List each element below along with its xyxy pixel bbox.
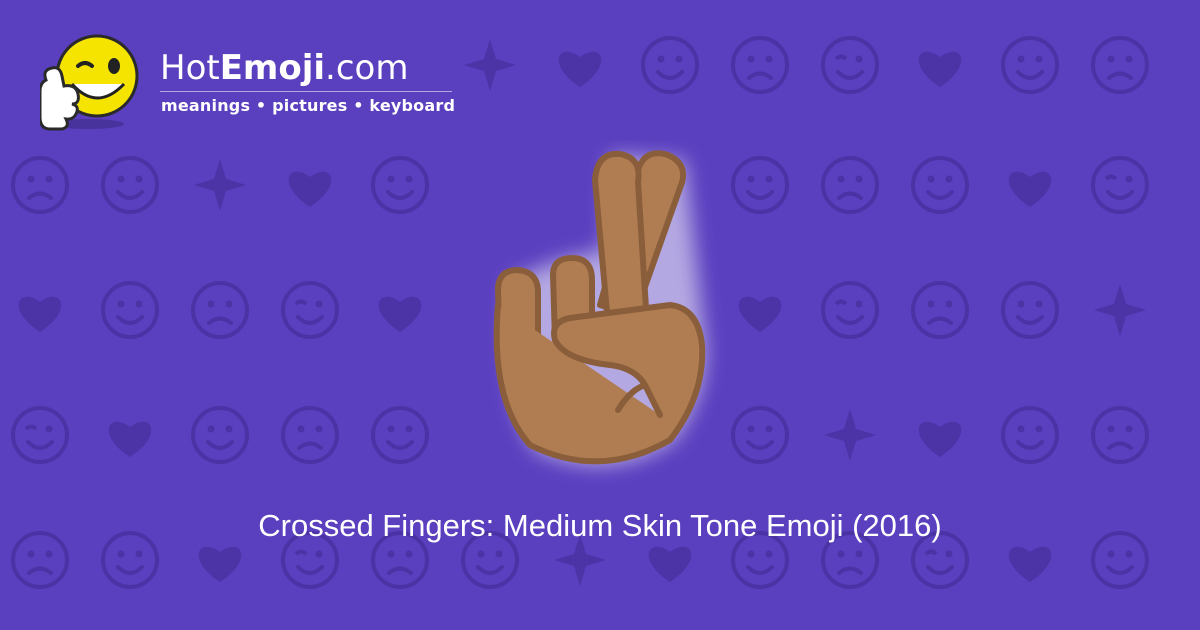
pattern-heart-icon xyxy=(918,51,962,87)
brand-prefix: Hot xyxy=(160,48,220,88)
pattern-heart-icon xyxy=(1008,171,1052,207)
pattern-smiley-icon xyxy=(911,156,969,214)
pattern-smiley-icon xyxy=(371,156,429,214)
pattern-heart-icon xyxy=(918,421,962,457)
pattern-wink-icon xyxy=(281,281,339,339)
pattern-smiley-icon xyxy=(101,281,159,339)
pattern-smiley-icon xyxy=(1001,36,1059,94)
pattern-wink-icon xyxy=(11,406,69,464)
pattern-heart-icon xyxy=(1008,546,1052,582)
pattern-sparkle-icon xyxy=(1094,284,1146,336)
pattern-sparkle-icon xyxy=(194,159,246,211)
pattern-heart-icon xyxy=(18,296,62,332)
site-tagline: meanings • pictures • keyboard xyxy=(161,96,456,115)
brand-name: HotEmoji.com xyxy=(160,48,408,88)
pattern-smiley-icon xyxy=(101,156,159,214)
pattern-sad-icon xyxy=(11,156,69,214)
pattern-smiley-icon xyxy=(371,406,429,464)
site-logo[interactable]: HotEmoji.com meanings • pictures • keybo… xyxy=(40,32,480,132)
pattern-sad-icon xyxy=(911,281,969,339)
pattern-sad-icon xyxy=(1091,36,1149,94)
pattern-frown-icon xyxy=(1091,406,1149,464)
pattern-heart-icon xyxy=(108,421,152,457)
pattern-heart-icon xyxy=(648,546,692,582)
winking-thumbs-up-logo-icon xyxy=(40,34,139,131)
pattern-frown-icon xyxy=(191,281,249,339)
brand-suffix: .com xyxy=(325,48,409,88)
pattern-heart-icon xyxy=(198,546,242,582)
pattern-sparkle-icon xyxy=(824,409,876,461)
pattern-heart-icon xyxy=(738,296,782,332)
crossed-fingers-emoji-icon xyxy=(493,150,706,466)
pattern-wink-icon xyxy=(821,281,879,339)
pattern-smiley-icon xyxy=(191,406,249,464)
pattern-smiley-icon xyxy=(731,406,789,464)
emoji-title: Crossed Fingers: Medium Skin Tone Emoji … xyxy=(258,508,942,543)
pattern-heart-icon xyxy=(378,296,422,332)
pattern-sad-icon xyxy=(821,156,879,214)
pattern-heart-icon xyxy=(558,51,602,87)
pattern-wink-icon xyxy=(1091,156,1149,214)
pattern-wink-icon xyxy=(821,36,879,94)
pattern-smiley-icon xyxy=(731,156,789,214)
pattern-smiley-icon xyxy=(641,36,699,94)
pattern-sad-icon xyxy=(281,406,339,464)
brand-divider xyxy=(160,91,452,92)
pattern-heart-icon xyxy=(288,171,332,207)
pattern-frown-icon xyxy=(731,36,789,94)
pattern-smiley-icon xyxy=(1001,406,1059,464)
brand-bold: Emoji xyxy=(219,48,326,88)
pattern-smiley-icon xyxy=(1001,281,1059,339)
